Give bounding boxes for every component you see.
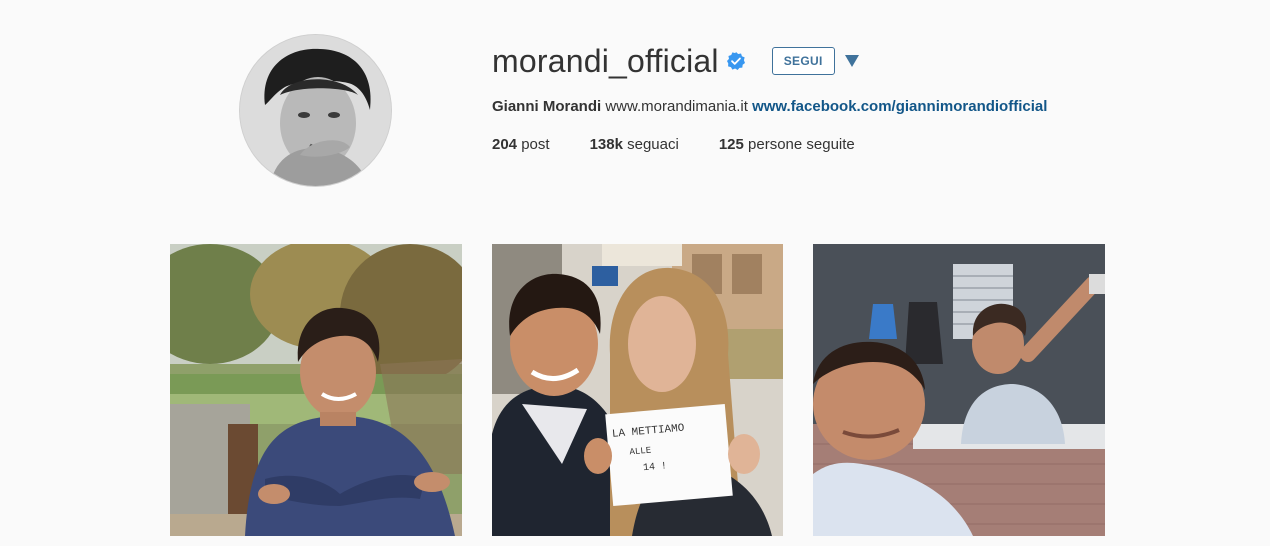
following-label: persone seguite — [748, 136, 855, 153]
dropdown-arrow-icon[interactable] — [844, 55, 859, 67]
profile-bio: Gianni Morandi www.morandimania.it www.f… — [492, 97, 1047, 117]
post-thumbnail-2[interactable]: LA METTIAMO ALLE 14 ! — [492, 244, 783, 536]
followers-label: seguaci — [627, 136, 679, 153]
post-thumbnail-3[interactable] — [813, 244, 1105, 536]
posts-count: 204 — [492, 136, 518, 153]
full-name: Gianni Morandi — [492, 98, 602, 115]
profile-avatar — [240, 35, 391, 186]
facebook-link[interactable]: www.facebook.com/giannimorandiofficial — [752, 98, 1047, 115]
following-count: 125 — [718, 136, 744, 153]
following-stat[interactable]: 125 persone seguite — [719, 135, 855, 155]
followers-stat[interactable]: 138k seguaci — [590, 135, 679, 155]
note-line-3: 14 ! — [643, 461, 668, 474]
follow-button[interactable]: SEGUI — [771, 47, 835, 75]
posts-label: post — [521, 136, 550, 153]
post-thumbnail-1[interactable] — [170, 244, 462, 536]
username: morandi_official — [492, 43, 719, 79]
profile-stats: 204 post 138k seguaci 125 persone seguit… — [492, 135, 895, 155]
verified-badge-icon — [726, 52, 745, 70]
note-line-2: ALLE — [629, 446, 651, 458]
posts-stat: 204 post — [492, 135, 550, 155]
followers-count: 138k — [589, 136, 623, 153]
username-row: morandi_official SEGUI — [492, 38, 859, 84]
website-text: www.morandimania.it — [605, 98, 748, 115]
